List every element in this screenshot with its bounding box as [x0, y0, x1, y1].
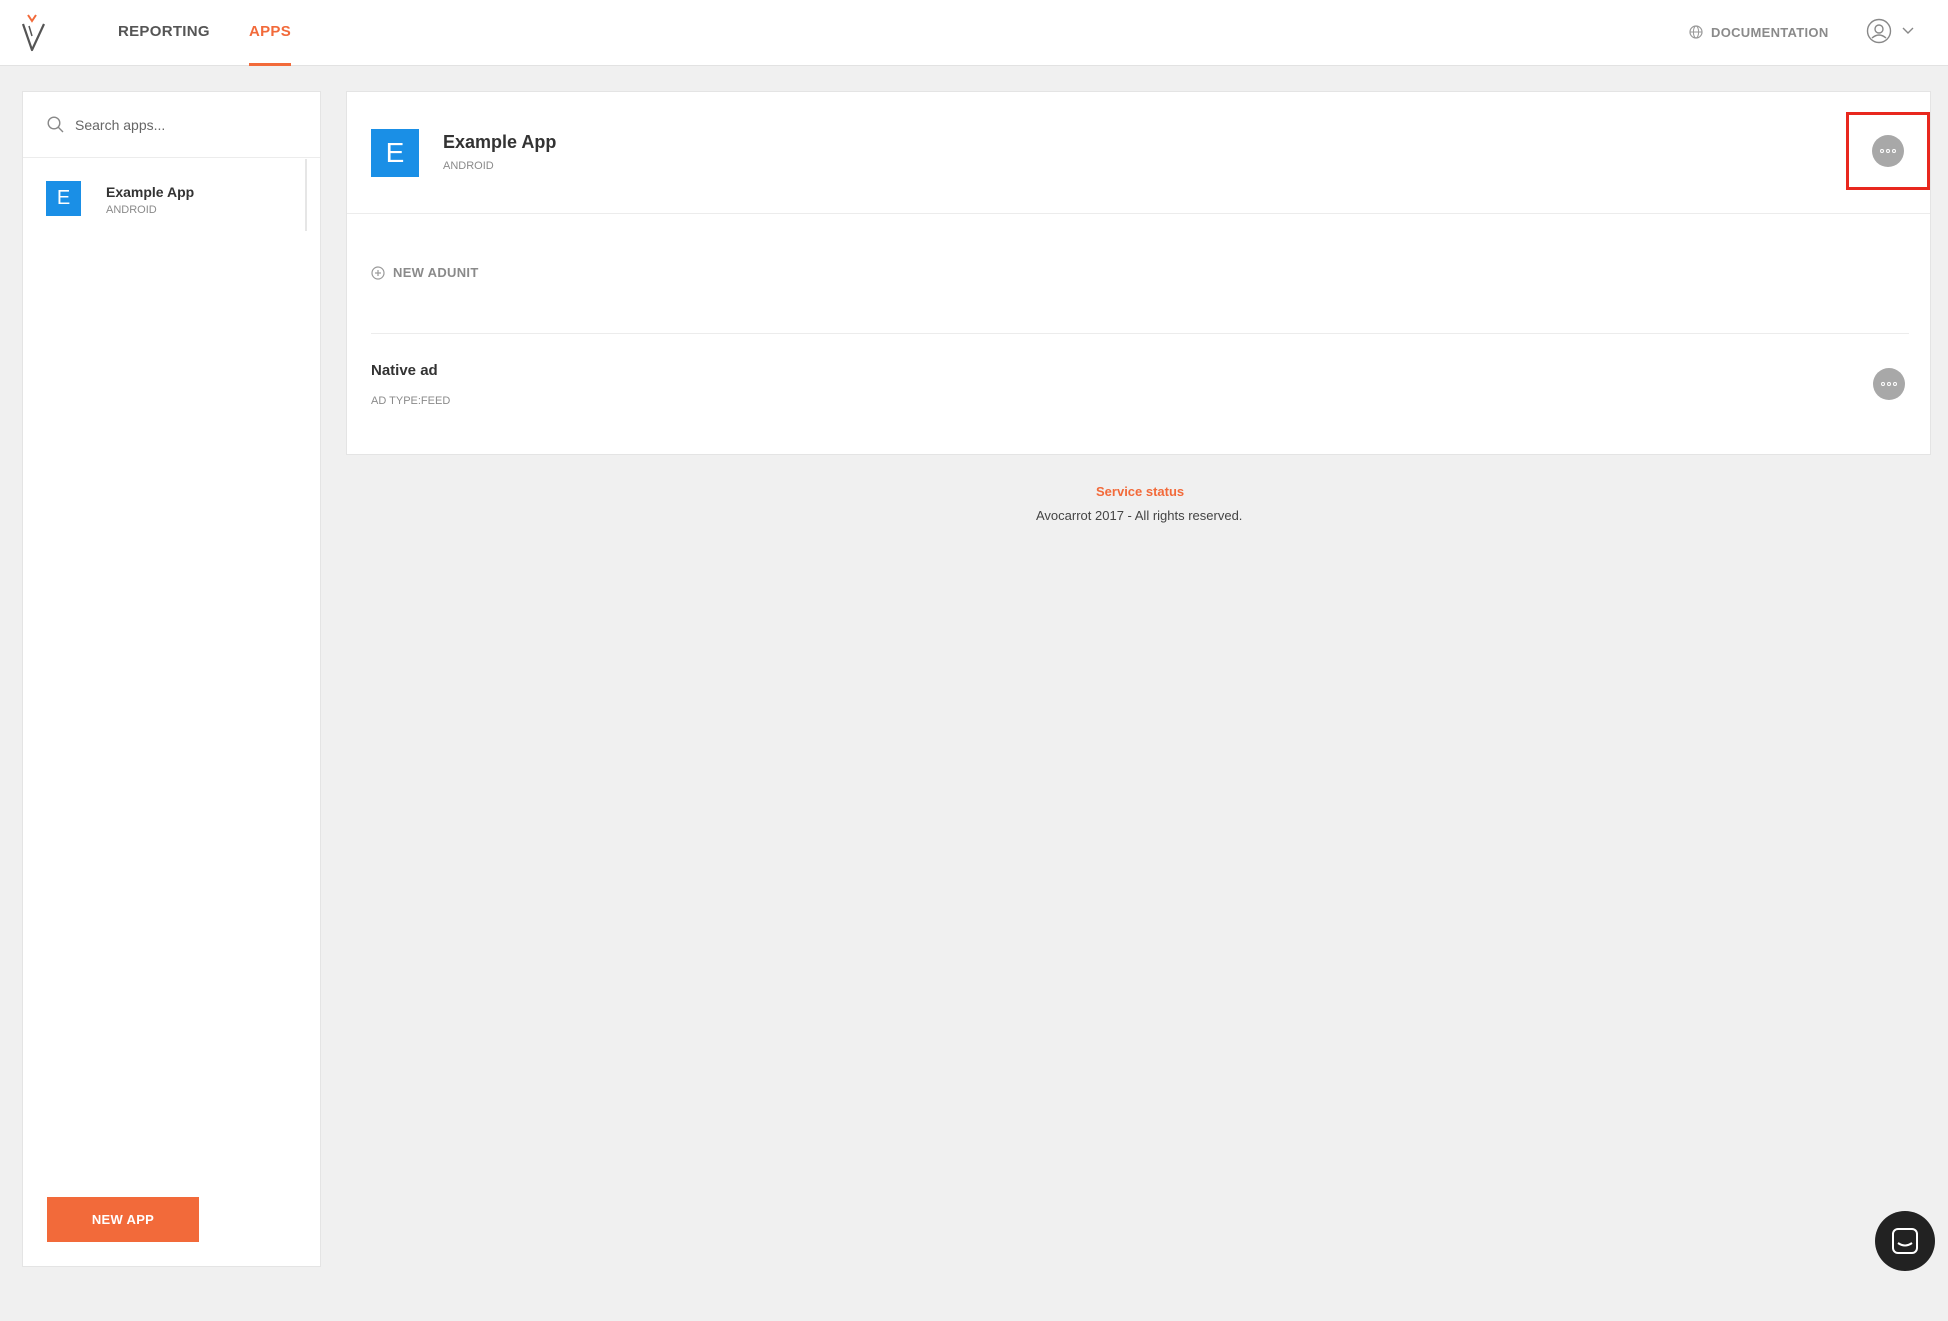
search-bar — [23, 92, 320, 158]
documentation-label: DOCUMENTATION — [1711, 24, 1829, 40]
divider — [371, 333, 1909, 334]
adunit-more-options-button[interactable] — [1873, 368, 1905, 400]
app-more-options-button[interactable] — [1872, 135, 1904, 167]
more-dot — [1887, 382, 1891, 386]
app-avatar: E — [46, 181, 81, 216]
new-adunit-button[interactable]: NEW ADUNIT — [371, 265, 479, 280]
app-title: Example App — [443, 132, 557, 152]
copyright-text: Avocarrot 2017 - All rights reserved. — [1036, 508, 1243, 523]
apps-sidebar: E Example App ANDROID NEW APP — [22, 91, 321, 1267]
sidebar-app-item[interactable]: E Example App ANDROID — [23, 159, 307, 231]
tab-apps[interactable]: APPS — [249, 0, 292, 66]
chevron-down-icon — [1902, 27, 1914, 34]
new-adunit-label: NEW ADUNIT — [393, 265, 479, 280]
search-input[interactable] — [75, 112, 295, 138]
adunit-name: Native ad — [371, 362, 438, 379]
user-avatar-icon — [1866, 18, 1892, 44]
app-item-name: Example App — [106, 184, 195, 200]
tab-reporting-label: REPORTING — [118, 23, 210, 40]
service-status-link[interactable]: Service status — [1096, 484, 1184, 499]
avocarrot-logo[interactable] — [20, 12, 48, 52]
more-dot — [1893, 382, 1897, 386]
active-tab-indicator — [249, 63, 292, 66]
more-dot — [1892, 149, 1896, 153]
app-avatar-large: E — [371, 129, 419, 177]
app-item-platform: ANDROID — [106, 204, 157, 216]
documentation-link[interactable]: DOCUMENTATION — [1689, 22, 1829, 42]
new-app-button[interactable]: NEW APP — [47, 1197, 199, 1242]
top-navbar: REPORTING APPS DOCUMENTATION — [0, 0, 1948, 66]
globe-icon — [1689, 25, 1703, 39]
app-platform: ANDROID — [443, 160, 494, 172]
more-dot — [1886, 149, 1890, 153]
chat-icon — [1892, 1228, 1918, 1254]
user-menu[interactable] — [1866, 18, 1914, 44]
plus-circle-icon — [371, 265, 385, 280]
tab-apps-label: APPS — [249, 23, 292, 40]
tab-reporting[interactable]: REPORTING — [118, 0, 210, 66]
chat-launcher-button[interactable] — [1875, 1211, 1935, 1271]
more-dot — [1881, 382, 1885, 386]
app-detail-panel: E Example App ANDROID NEW ADUNIT Native … — [346, 91, 1931, 455]
app-header: E Example App ANDROID — [347, 92, 1930, 214]
search-icon — [47, 116, 64, 133]
adunit-type: AD TYPE:FEED — [371, 395, 451, 407]
more-dot — [1880, 149, 1884, 153]
